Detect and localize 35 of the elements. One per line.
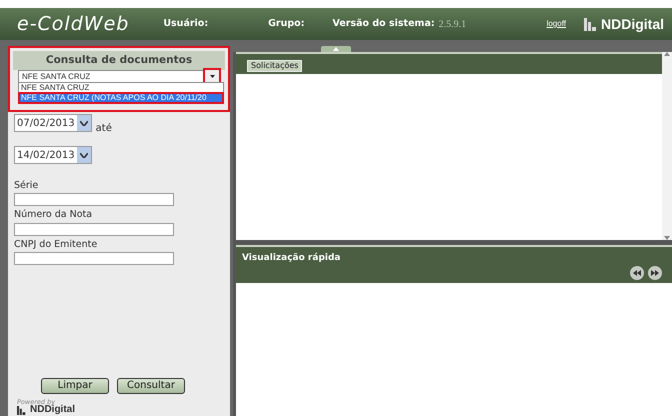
field-label: Número da Nota <box>14 208 94 222</box>
brand-name: NDDigital <box>601 14 664 34</box>
next-button[interactable] <box>648 266 662 280</box>
dropdown-option[interactable]: NFE SANTA CRUZ <box>19 83 223 93</box>
brand-name: NDDigital <box>30 405 75 415</box>
fast-forward-icon <box>651 270 659 276</box>
previous-button[interactable] <box>630 266 644 280</box>
group-label: Grupo: <box>268 16 304 31</box>
dropdown-option[interactable]: NFE SANTA CRUZ (NOTAS APOS AO DIA 20/11/20 <box>19 93 223 103</box>
text-field[interactable] <box>14 222 174 236</box>
dropdown-caret-icon[interactable] <box>205 70 219 84</box>
date-from-field[interactable]: 07/02/2013 <box>14 114 92 132</box>
date-to-field[interactable]: 14/02/2013 <box>14 146 92 164</box>
collapse-toggle[interactable] <box>321 46 351 52</box>
brand-logo-icon <box>17 406 26 414</box>
version-number: 2.5.9.1 <box>438 18 466 32</box>
clear-button[interactable]: Limpar <box>41 378 109 394</box>
requests-tab[interactable]: Solicitações <box>247 60 302 72</box>
panel-title: Consulta de documentos <box>13 51 225 70</box>
text-field[interactable] <box>14 252 174 265</box>
date-to-label: até <box>96 122 112 136</box>
text-field[interactable] <box>14 193 174 206</box>
app-logo: e-ColdWeb <box>17 12 130 37</box>
rewind-icon <box>633 270 641 276</box>
version-label: Versão do sistema: <box>332 16 435 31</box>
calendar-dropdown-icon[interactable] <box>76 115 91 131</box>
brand-logo-icon <box>584 18 597 30</box>
field-label: CNPJ do Emitente <box>14 238 98 252</box>
scrollbar[interactable] <box>662 52 672 240</box>
logoff-link[interactable]: logoff <box>546 18 566 30</box>
preview-title: Visualização rápida <box>242 252 342 265</box>
calendar-dropdown-icon[interactable] <box>76 147 91 163</box>
field-label: Série <box>14 179 40 193</box>
user-label: Usuário: <box>163 16 208 31</box>
search-button[interactable]: Consultar <box>117 378 185 394</box>
